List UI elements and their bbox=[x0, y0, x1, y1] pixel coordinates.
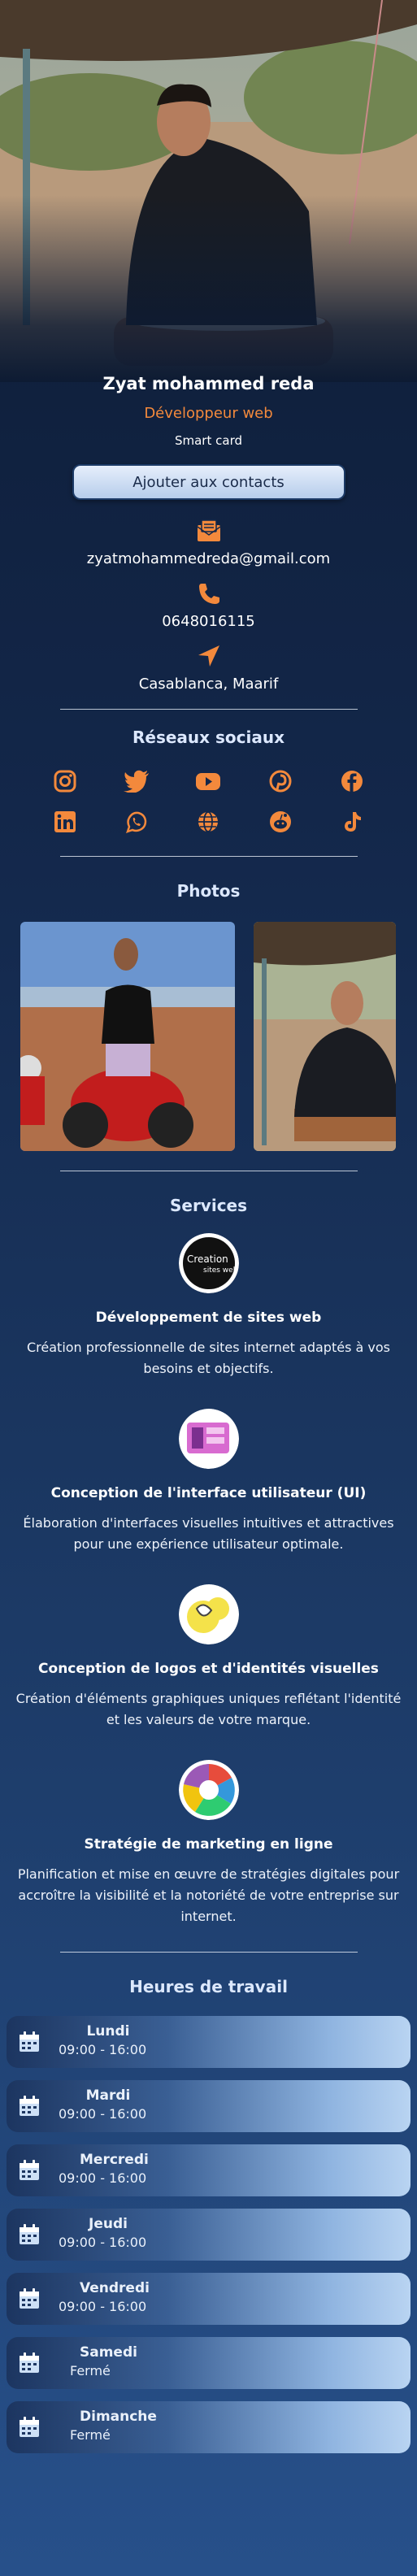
service-item: Creation sites web Développement de sites… bbox=[0, 1233, 417, 1379]
calendar-icon bbox=[20, 2031, 39, 2052]
photos-title: Photos bbox=[176, 881, 241, 901]
divider bbox=[59, 856, 358, 857]
photo-gallery bbox=[0, 922, 417, 1158]
day-name: Mardi bbox=[85, 2087, 131, 2104]
profile-job-title: Développeur web bbox=[144, 405, 273, 422]
day-name: Mercredi bbox=[80, 2152, 149, 2168]
services-list: Creation sites web Développement de sites… bbox=[0, 1233, 417, 1927]
svg-text:Creation: Creation bbox=[187, 1253, 228, 1265]
calendar-icon bbox=[20, 2288, 39, 2309]
hours-row-dimanche: Dimanche Fermé bbox=[7, 2401, 410, 2453]
working-hours-list: Lundi 09:00 - 16:00 Mardi 09:00 - 16:00 … bbox=[0, 2016, 417, 2453]
hours-row-vendredi: Vendredi 09:00 - 16:00 bbox=[7, 2273, 410, 2325]
page: Zyat mohammed reda Développeur web Smart… bbox=[0, 0, 417, 2576]
day-name: Samedi bbox=[80, 2344, 137, 2361]
day-hours: Fermé bbox=[70, 2363, 111, 2378]
calendar-icon bbox=[20, 2417, 39, 2437]
day-hours: 09:00 - 16:00 bbox=[59, 2235, 147, 2250]
gallery-photo-tent[interactable] bbox=[254, 922, 396, 1151]
contact-email[interactable]: zyatmohammedreda@gmail.com bbox=[0, 519, 417, 567]
day-hours: 09:00 - 16:00 bbox=[59, 2170, 147, 2186]
ui-design-logo bbox=[178, 1409, 239, 1469]
twitter-icon[interactable] bbox=[101, 770, 172, 793]
service-title: Développement de sites web bbox=[95, 1310, 322, 1326]
hours-row-lundi: Lundi 09:00 - 16:00 bbox=[7, 2016, 410, 2068]
hours-row-jeudi: Jeudi 09:00 - 16:00 bbox=[7, 2209, 410, 2261]
service-description: Création professionnelle de sites intern… bbox=[27, 1340, 390, 1376]
address-text: Casablanca, Maarif bbox=[138, 675, 279, 693]
service-title: Stratégie de marketing en ligne bbox=[84, 1836, 333, 1853]
card-label: Smart card bbox=[174, 433, 242, 448]
hero-fade bbox=[0, 195, 417, 382]
email-text: zyatmohammedreda@gmail.com bbox=[86, 550, 331, 567]
facebook-icon[interactable] bbox=[316, 770, 388, 793]
day-hours: 09:00 - 16:00 bbox=[59, 2106, 147, 2122]
day-name: Dimanche bbox=[80, 2409, 157, 2425]
day-hours: 09:00 - 16:00 bbox=[59, 2299, 147, 2314]
web-development-logo: Creation sites web bbox=[178, 1233, 239, 1293]
day-hours: Fermé bbox=[70, 2427, 111, 2443]
service-title: Conception de l'interface utilisateur (U… bbox=[50, 1485, 367, 1501]
divider bbox=[59, 709, 358, 710]
location-arrow-icon bbox=[198, 645, 219, 667]
service-title: Conception de logos et d'identités visue… bbox=[38, 1661, 379, 1677]
profile-info: Zyat mohammed reda Développeur web Smart… bbox=[0, 374, 417, 500]
profile-name: Zyat mohammed reda bbox=[102, 374, 315, 393]
day-name: Jeudi bbox=[89, 2216, 128, 2232]
day-name: Lundi bbox=[86, 2023, 130, 2040]
calendar-icon bbox=[20, 2160, 39, 2180]
svg-text:sites web: sites web bbox=[203, 1266, 238, 1275]
gallery-photo-quad[interactable] bbox=[20, 922, 235, 1151]
service-item: Conception de logos et d'identités visue… bbox=[0, 1584, 417, 1731]
linkedin-icon[interactable] bbox=[29, 810, 101, 833]
logo-design-logo bbox=[178, 1584, 239, 1644]
social-links bbox=[29, 770, 388, 833]
divider bbox=[59, 1952, 358, 1953]
hours-row-mercredi: Mercredi 09:00 - 16:00 bbox=[7, 2144, 410, 2196]
service-description: Planification et mise en œuvre de straté… bbox=[17, 1866, 400, 1924]
service-item: Stratégie de marketing en ligne Planific… bbox=[0, 1760, 417, 1927]
instagram-icon[interactable] bbox=[29, 770, 101, 793]
contact-phone[interactable]: 0648016115 bbox=[0, 582, 417, 630]
reddit-icon[interactable] bbox=[245, 810, 316, 833]
pinterest-icon[interactable] bbox=[245, 770, 316, 793]
contact-address[interactable]: Casablanca, Maarif bbox=[0, 645, 417, 693]
calendar-icon bbox=[20, 2096, 39, 2116]
calendar-icon bbox=[20, 2352, 39, 2373]
tiktok-icon[interactable] bbox=[316, 810, 388, 833]
youtube-icon[interactable] bbox=[172, 770, 244, 793]
calendar-icon bbox=[20, 2224, 39, 2244]
phone-icon bbox=[198, 584, 219, 604]
marketing-strategy-logo bbox=[178, 1760, 239, 1820]
hero-section bbox=[0, 0, 417, 382]
hours-row-samedi: Samedi Fermé bbox=[7, 2337, 410, 2389]
phone-text: 0648016115 bbox=[162, 613, 255, 630]
email-icon bbox=[197, 519, 220, 541]
service-description: Élaboration d'interfaces visuelles intui… bbox=[23, 1515, 394, 1552]
hours-row-mardi: Mardi 09:00 - 16:00 bbox=[7, 2080, 410, 2132]
day-name: Vendredi bbox=[80, 2280, 150, 2296]
globe-icon[interactable] bbox=[172, 810, 244, 833]
service-description: Création d'éléments graphiques uniques r… bbox=[15, 1691, 402, 1727]
services-title: Services bbox=[169, 1196, 248, 1215]
add-to-contacts-button[interactable]: Ajouter aux contacts bbox=[72, 464, 345, 500]
social-title: Réseaux sociaux bbox=[132, 728, 285, 747]
day-hours: 09:00 - 16:00 bbox=[59, 2042, 147, 2057]
whatsapp-icon[interactable] bbox=[101, 810, 172, 833]
service-item: Conception de l'interface utilisateur (U… bbox=[0, 1409, 417, 1555]
contact-section: zyatmohammedreda@gmail.com 0648016115 Ca… bbox=[0, 519, 417, 693]
hours-title: Heures de travail bbox=[129, 1977, 288, 1996]
